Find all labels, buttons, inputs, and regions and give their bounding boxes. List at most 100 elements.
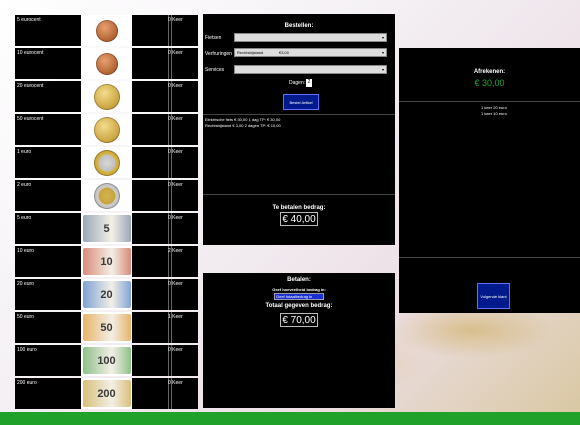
banknote-image-button[interactable]: 200	[81, 378, 132, 409]
dagen-input[interactable]: 2	[306, 79, 312, 87]
denomination-count-field: 0 Keer	[132, 180, 198, 211]
order-lines: Elektrische fiets € 30,00 1 dag TP: € 30…	[205, 117, 281, 129]
denomination-row: 50 eurocent 0 Keer	[15, 114, 198, 145]
denomination-count-field: 0 Keer	[132, 378, 198, 409]
denomination-count-field: 0 Keer	[132, 81, 198, 112]
denomination-label: 5 euro	[15, 213, 81, 244]
checkout-amount: € 30,00	[474, 78, 505, 88]
denomination-label: 2 euro	[15, 180, 81, 211]
dagen-input-value: 2	[307, 79, 311, 85]
checkout-panel: Afrekenen: € 30,00	[399, 48, 580, 101]
denomination-row: 5 euro 5 0 Keer	[15, 213, 198, 244]
payment-amount-input[interactable]: Geef totaalbedrag in	[274, 293, 324, 300]
payment-amount-placeholder: Geef totaalbedrag in	[276, 294, 313, 299]
coin-icon	[93, 83, 120, 110]
denomination-row: 2 euro 0 Keer	[15, 180, 198, 211]
dagen-label: Dagen:	[289, 80, 306, 86]
denomination-count: 0 Keer	[168, 83, 183, 89]
next-customer-panel: Volgende klant	[399, 257, 580, 313]
verhuringen-label: Verhuringen	[205, 51, 232, 57]
banknote-image-button[interactable]: 10	[81, 246, 132, 277]
next-customer-button[interactable]: Volgende klant	[477, 283, 510, 309]
coin-image-button[interactable]	[81, 15, 132, 46]
payment-title: Betalen:	[287, 277, 311, 283]
total-title: Te betalen bedrag:	[272, 205, 326, 211]
order-title: Bestellen:	[284, 23, 314, 29]
denomination-label: 1 euro	[15, 147, 81, 178]
payment-prompt: Geef hoeveelheid bedrag in:	[272, 287, 326, 292]
banknote-icon: 200	[82, 380, 131, 407]
denomination-count: 0 Keer	[168, 215, 183, 221]
services-select[interactable]: ▾	[234, 65, 387, 74]
denomination-row: 200 euro 200 0 Keer	[15, 378, 198, 409]
denomination-count-field: 2 Keer	[132, 246, 198, 277]
denomination-label: 200 euro	[15, 378, 81, 409]
denomination-count-field: 0 Keer	[132, 147, 198, 178]
denomination-row: 10 euro 10 2 Keer	[15, 246, 198, 277]
banknote-icon: 20	[82, 281, 131, 308]
denomination-count-field: 0 Keer	[132, 48, 198, 79]
denomination-count-field: 0 Keer	[132, 114, 198, 145]
denomination-count-field: 0 Keer	[132, 279, 198, 310]
payment-panel: Betalen: Geef hoeveelheid bedrag in: Gee…	[203, 273, 395, 408]
coin-icon	[95, 52, 118, 75]
coin-image-button[interactable]	[81, 81, 132, 112]
denomination-row: 20 euro 20 0 Keer	[15, 279, 198, 310]
denomination-count: 2 Keer	[168, 248, 183, 254]
denomination-label: 50 eurocent	[15, 114, 81, 145]
total-panel: Te betalen bedrag: € 40,00	[203, 194, 395, 245]
banknote-icon: 10	[82, 248, 131, 275]
denomination-count: 1 Keer	[168, 314, 183, 320]
denomination-row: 1 euro 0 Keer	[15, 147, 198, 178]
denomination-label: 5 eurocent	[15, 15, 81, 46]
denomination-count: 0 Keer	[168, 116, 183, 122]
banknote-value: 10	[100, 255, 113, 268]
verhuringen-select-price: €3,00	[279, 50, 290, 55]
coin-image-button[interactable]	[81, 114, 132, 145]
denomination-row: 20 eurocent 0 Keer	[15, 81, 198, 112]
change-lines: 1 keer 20 euro 1 keer 10 euro	[481, 105, 507, 117]
denomination-label: 10 euro	[15, 246, 81, 277]
banknote-value: 5	[103, 222, 110, 235]
denomination-row: 10 eurocent 0 Keer	[15, 48, 198, 79]
checkout-title: Afrekenen:	[473, 69, 506, 75]
given-amount: € 70,00	[280, 313, 318, 327]
banknote-image-button[interactable]: 50	[81, 312, 132, 343]
denomination-label: 20 euro	[15, 279, 81, 310]
denomination-count: 0 Keer	[168, 281, 183, 287]
verhuringen-select-value: Rechtsbijstand	[237, 50, 264, 55]
coin-image-button[interactable]	[81, 147, 132, 178]
banknote-icon: 5	[82, 215, 131, 242]
order-item-button[interactable]: Bestel Artikel	[283, 94, 319, 110]
change-line: 1 keer 10 euro	[481, 111, 507, 116]
fietsen-select[interactable]: ▾	[234, 33, 387, 42]
services-label: Services	[205, 67, 225, 73]
order-lines-panel: Elektrische fiets € 30,00 1 dag TP: € 30…	[203, 114, 395, 195]
denomination-count: 0 Keer	[168, 182, 183, 188]
banknote-image-button[interactable]: 20	[81, 279, 132, 310]
coin-icon	[93, 149, 120, 176]
banknote-value: 20	[100, 288, 113, 301]
banknote-icon: 100	[82, 347, 131, 374]
denomination-count: 0 Keer	[168, 149, 183, 155]
denomination-row: 50 euro 50 1 Keer	[15, 312, 198, 343]
coin-icon	[93, 116, 120, 143]
denomination-count-field: 0 Keer	[132, 345, 198, 376]
chevron-down-icon: ▾	[381, 35, 384, 40]
coin-image-button[interactable]	[81, 48, 132, 79]
banknote-image-button[interactable]: 100	[81, 345, 132, 376]
change-panel: 1 keer 20 euro 1 keer 10 euro	[399, 101, 580, 258]
banknote-value: 200	[97, 387, 116, 400]
fietsen-label: Fietsen	[205, 35, 222, 41]
denomination-count-field: 1 Keer	[132, 312, 198, 343]
banknote-image-button[interactable]: 5	[81, 213, 132, 244]
denomination-count: 0 Keer	[168, 347, 183, 353]
banknote-value: 100	[97, 354, 116, 367]
denomination-count-field: 0 Keer	[132, 15, 198, 46]
denomination-label: 20 eurocent	[15, 81, 81, 112]
denomination-label: 50 euro	[15, 312, 81, 343]
denomination-count-field: 0 Keer	[132, 213, 198, 244]
coin-image-button[interactable]	[81, 180, 132, 211]
verhuringen-select[interactable]: Rechtsbijstand €3,00 ▾	[234, 48, 387, 57]
given-label: Totaal gegeven bedrag:	[265, 303, 333, 309]
